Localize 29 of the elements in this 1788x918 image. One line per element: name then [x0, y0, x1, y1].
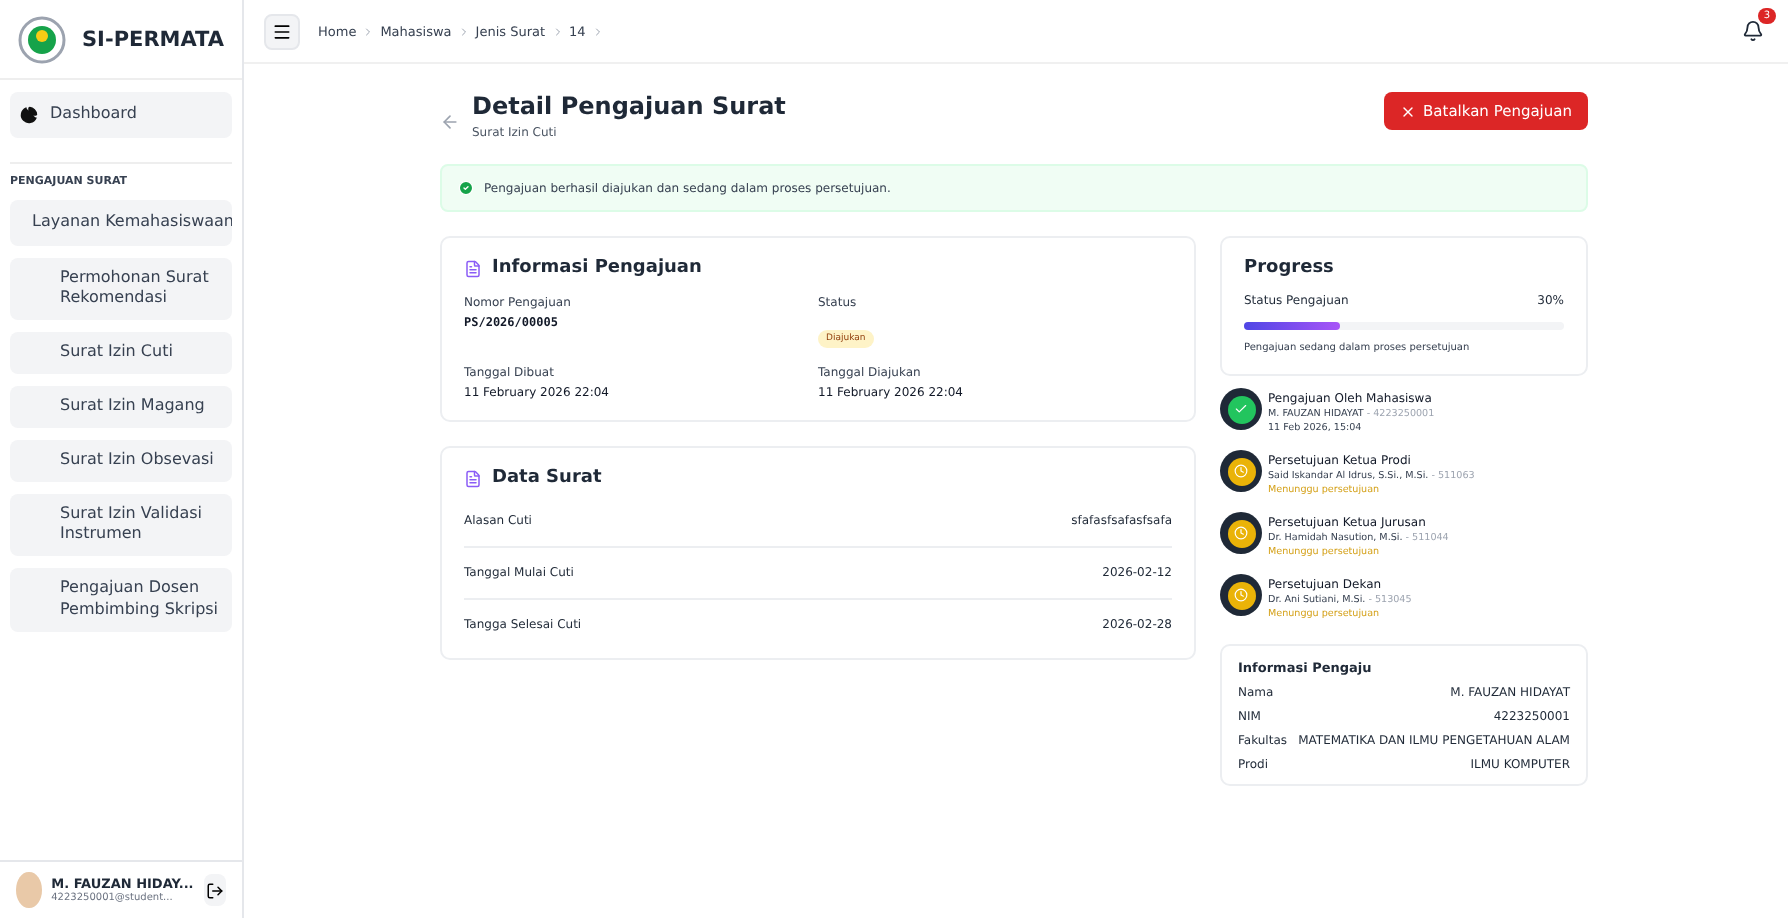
- chevron-icon: [551, 25, 564, 37]
- menu-icon: [272, 21, 292, 41]
- chevron-icon: [457, 25, 470, 37]
- card-title: Data Surat: [492, 468, 602, 488]
- nav-item[interactable]: Surat Izin Magang: [10, 385, 232, 428]
- nav-item[interactable]: Permohonan Surat Rekomendasi: [10, 257, 232, 321]
- pie-chart-icon: [20, 105, 38, 124]
- card-title: Progress: [1244, 258, 1336, 278]
- bell-icon[interactable]: [1742, 20, 1764, 42]
- close-icon: [1399, 103, 1416, 119]
- app-name: SI-PERMATA: [82, 27, 225, 51]
- chevron-icon: [362, 25, 375, 37]
- document-icon: [464, 259, 482, 277]
- university-logo: [18, 15, 66, 63]
- menu-button[interactable]: [264, 13, 300, 49]
- check-circle-icon: [458, 180, 474, 196]
- avatar: [16, 872, 42, 908]
- logout-button[interactable]: [203, 874, 226, 906]
- dashboard-nav-item[interactable]: Dashboard: [10, 92, 232, 138]
- logout-icon: [205, 881, 224, 899]
- chevron-icon: [591, 25, 604, 37]
- nav-item[interactable]: Surat Izin Obsevasi: [10, 439, 232, 482]
- document-icon: [464, 469, 482, 487]
- nav-item[interactable]: Surat Izin Cuti: [10, 332, 232, 374]
- card-title: Informasi Pengajuan: [492, 258, 702, 278]
- nav-item[interactable]: Pengajuan Dosen Pembimbing Skripsi: [10, 568, 232, 632]
- nav-group[interactable]: Layanan Kemahasiswaan: [10, 199, 232, 246]
- page-title: Detail Pengajuan Surat: [472, 92, 786, 120]
- nav-item[interactable]: Surat Izin Validasi Instrumen: [10, 493, 232, 557]
